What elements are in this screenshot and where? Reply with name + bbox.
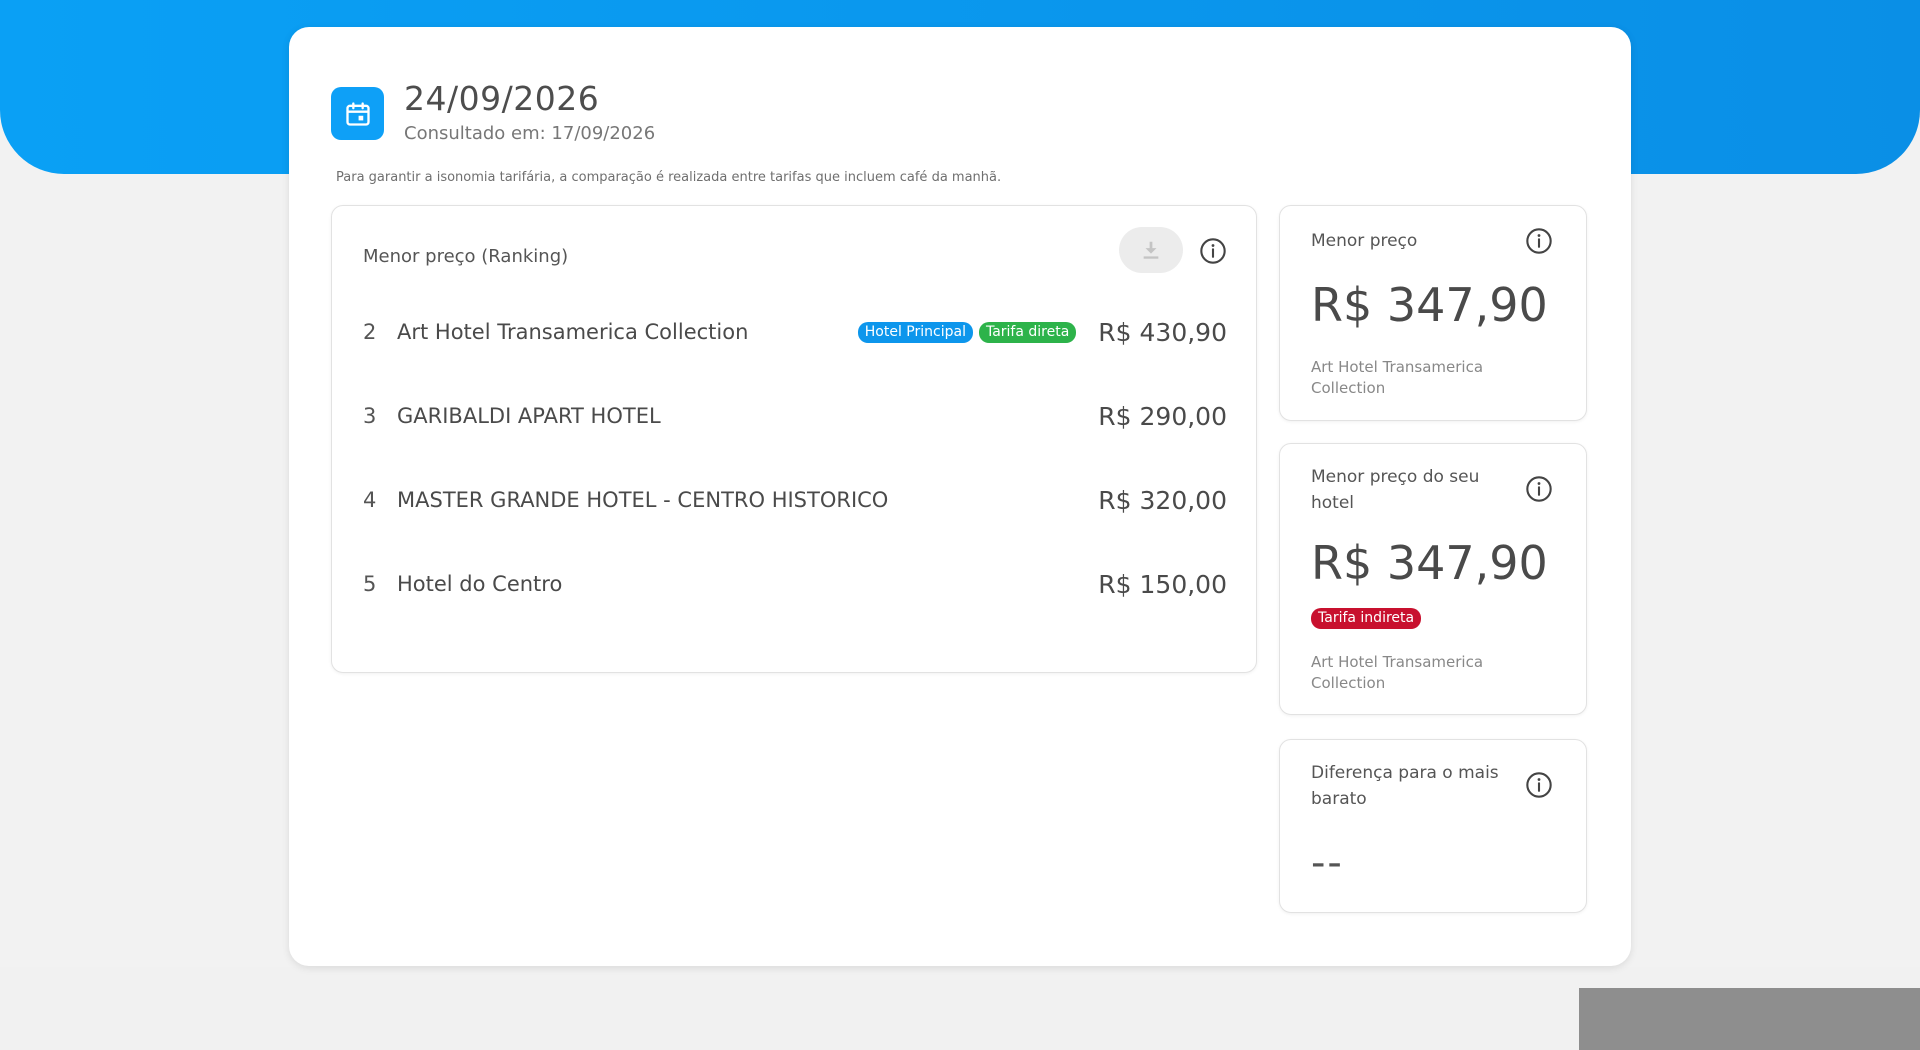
consulted-date: Consultado em: 17/09/2026	[404, 123, 656, 144]
comparison-note: Para garantir a isonomia tarifária, a co…	[336, 170, 1002, 185]
lowest-price-info-button[interactable]	[1524, 226, 1554, 256]
ranking-title: Menor preço (Ranking)	[363, 246, 569, 267]
hotel-name: Art Hotel Transamerica Collection	[397, 320, 749, 344]
main-card: 24/09/2026 Consultado em: 17/09/2026 Par…	[289, 27, 1631, 966]
calendar-icon	[331, 87, 384, 140]
card-title: Menor preço do seu hotel	[1311, 467, 1480, 513]
rank-number: 4	[363, 488, 377, 512]
info-icon	[1200, 238, 1226, 264]
download-icon	[1143, 241, 1159, 259]
download-button[interactable]	[1119, 227, 1183, 273]
table-row[interactable]: 2 Art Hotel Transamerica Collection Hote…	[363, 312, 1227, 352]
table-row[interactable]: 4 MASTER GRANDE HOTEL - CENTRO HISTORICO…	[363, 480, 1227, 520]
difference-info-button[interactable]	[1524, 770, 1554, 800]
lowest-price-value: R$ 347,90	[1311, 278, 1548, 332]
info-icon	[1526, 228, 1552, 254]
hotel-name: Hotel do Centro	[397, 572, 563, 596]
page-title-date: 24/09/2026	[404, 79, 600, 118]
info-icon	[1526, 476, 1552, 502]
rank-number: 2	[363, 320, 377, 344]
hotel-price: R$ 150,00	[1098, 569, 1227, 599]
info-icon	[1526, 772, 1552, 798]
rank-number: 3	[363, 404, 377, 428]
price-difference-card: Diferença para o mais barato --	[1279, 739, 1587, 913]
your-hotel-info-button[interactable]	[1524, 474, 1554, 504]
table-row[interactable]: 5 Hotel do Centro R$ 150,00	[363, 564, 1227, 604]
hotel-name: MASTER GRANDE HOTEL - CENTRO HISTORICO	[397, 488, 889, 512]
card-title: Menor preço	[1311, 231, 1418, 251]
difference-value: --	[1311, 840, 1344, 886]
tarifa-indireta-badge: Tarifa indireta	[1311, 608, 1422, 629]
lowest-price-hotel: Art Hotel Transamerica Collection	[1311, 358, 1484, 397]
lowest-price-card: Menor preço R$ 347,90 Art Hotel Transame…	[1279, 205, 1587, 421]
badge-group: Hotel Principal Tarifa direta	[857, 321, 1077, 343]
card-title: Diferença para o mais barato	[1311, 763, 1499, 809]
your-hotel-price-card: Menor preço do seu hotel R$ 347,90 Tarif…	[1279, 443, 1587, 715]
hotel-price: R$ 320,00	[1098, 485, 1227, 515]
hotel-price: R$ 290,00	[1098, 401, 1227, 431]
tarifa-direta-badge: Tarifa direta	[978, 321, 1077, 343]
rank-number: 5	[363, 572, 377, 596]
ranking-info-button[interactable]	[1198, 236, 1228, 266]
hotel-principal-badge: Hotel Principal	[857, 321, 973, 343]
hotel-name: GARIBALDI APART HOTEL	[397, 404, 661, 428]
your-hotel-name: Art Hotel Transamerica Collection	[1311, 653, 1484, 692]
hotel-price: R$ 430,90	[1098, 317, 1227, 347]
your-hotel-price-value: R$ 347,90	[1311, 536, 1548, 590]
overlay-block	[1579, 988, 1920, 1050]
ranking-card: Menor preço (Ranking) 2 Art Hotel Transa…	[331, 205, 1257, 673]
table-row[interactable]: 3 GARIBALDI APART HOTEL R$ 290,00	[363, 396, 1227, 436]
